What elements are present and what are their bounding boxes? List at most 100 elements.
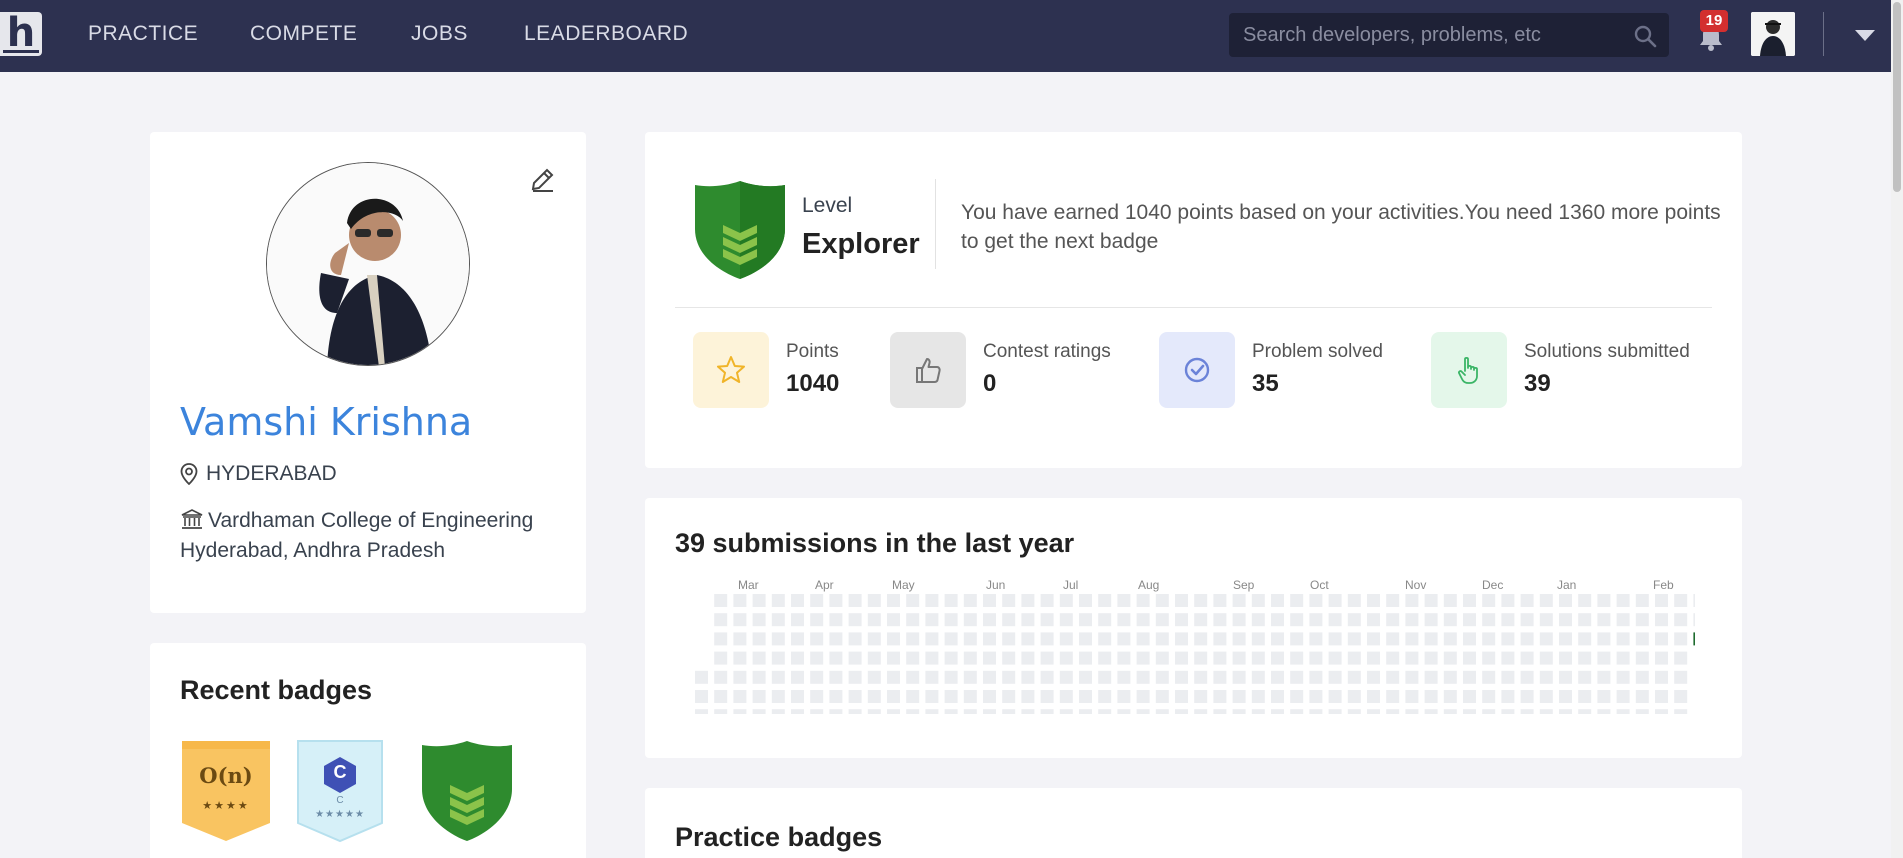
heatmap-cell[interactable] [733, 690, 747, 703]
heatmap-cell[interactable] [1559, 613, 1572, 627]
heatmap-cell[interactable] [1251, 613, 1265, 627]
heatmap-cell[interactable] [906, 613, 920, 627]
heatmap-cell[interactable] [944, 690, 958, 703]
heatmap-cell[interactable] [1443, 670, 1457, 684]
heatmap-cell[interactable] [1328, 670, 1342, 684]
heatmap-cell[interactable] [1616, 632, 1630, 646]
heatmap-cell[interactable] [752, 651, 766, 665]
heatmap-cell[interactable] [1443, 690, 1457, 703]
heatmap-cell[interactable] [1674, 670, 1688, 684]
heatmap-cell[interactable] [1693, 594, 1695, 607]
heatmap-cell[interactable] [1175, 651, 1188, 665]
heatmap-cell[interactable] [1367, 670, 1380, 684]
heatmap-cell[interactable] [1117, 670, 1131, 684]
heatmap-cell[interactable] [1578, 594, 1592, 607]
heatmap-cell[interactable] [1002, 670, 1016, 684]
heatmap-cell[interactable] [944, 670, 958, 684]
heatmap-cell[interactable] [1059, 670, 1073, 684]
heatmap-cell[interactable] [1175, 690, 1188, 703]
heatmap-cell[interactable] [1290, 613, 1304, 627]
heatmap-cell[interactable] [1463, 613, 1476, 627]
heatmap-cell[interactable] [1251, 690, 1265, 703]
heatmap-cell[interactable] [733, 651, 747, 665]
heatmap-cell[interactable] [1271, 594, 1284, 607]
heatmap-cell[interactable] [1309, 613, 1323, 627]
heatmap-cell[interactable] [1367, 613, 1380, 627]
heatmap-cell[interactable] [1251, 709, 1265, 714]
heatmap-cell[interactable] [695, 670, 708, 684]
heatmap-cell[interactable] [1194, 709, 1208, 714]
hackerrank-logo[interactable]: h [0, 12, 42, 56]
heatmap-cell[interactable] [1463, 670, 1476, 684]
heatmap-cell[interactable] [1520, 690, 1534, 703]
heatmap-cell[interactable] [1040, 670, 1054, 684]
heatmap-cell[interactable] [1501, 670, 1515, 684]
heatmap-cell[interactable] [1136, 632, 1150, 646]
heatmap-cell[interactable] [1559, 632, 1572, 646]
heatmap-cell[interactable] [1520, 594, 1534, 607]
heatmap-cell[interactable] [752, 613, 766, 627]
heatmap-cell[interactable] [1482, 613, 1496, 627]
heatmap-cell[interactable] [1405, 613, 1419, 627]
heatmap-cell[interactable] [1367, 632, 1380, 646]
notification-count-badge[interactable]: 19 [1700, 10, 1728, 32]
heatmap-cell[interactable] [791, 613, 804, 627]
heatmap-cell[interactable] [925, 632, 939, 646]
heatmap-cell[interactable] [752, 594, 766, 607]
heatmap-cell[interactable] [1194, 670, 1208, 684]
heatmap-cell[interactable] [1002, 594, 1016, 607]
heatmap-cell[interactable] [1501, 613, 1515, 627]
heatmap-cell[interactable] [1655, 632, 1668, 646]
heatmap-cell[interactable] [1328, 632, 1342, 646]
heatmap-cell[interactable] [1194, 613, 1208, 627]
heatmap-cell[interactable] [1213, 632, 1227, 646]
heatmap-cell[interactable] [925, 690, 939, 703]
heatmap-cell[interactable] [810, 670, 824, 684]
heatmap-cell[interactable] [1021, 632, 1035, 646]
search-icon[interactable] [1633, 24, 1657, 48]
heatmap-cell[interactable] [1213, 594, 1227, 607]
heatmap-cell[interactable] [963, 670, 977, 684]
heatmap-cell[interactable] [1175, 670, 1188, 684]
heatmap-cell[interactable] [1482, 651, 1496, 665]
heatmap-cell[interactable] [1117, 613, 1131, 627]
heatmap-cell[interactable] [1424, 670, 1438, 684]
heatmap-cell[interactable] [1347, 632, 1361, 646]
heatmap-cell[interactable] [1578, 651, 1592, 665]
heatmap-cell[interactable] [695, 690, 708, 703]
heatmap-cell[interactable] [1597, 632, 1611, 646]
heatmap-cell[interactable] [983, 670, 996, 684]
heatmap-cell[interactable] [752, 632, 766, 646]
heatmap-cell[interactable] [1597, 651, 1611, 665]
heatmap-cell[interactable] [1367, 651, 1380, 665]
heatmap-cell[interactable] [1578, 709, 1592, 714]
heatmap-cell[interactable] [1232, 632, 1246, 646]
heatmap-cell[interactable] [1424, 709, 1438, 714]
badge-level-explorer[interactable] [420, 739, 514, 848]
heatmap-cell[interactable] [944, 613, 958, 627]
heatmap-cell[interactable] [1424, 690, 1438, 703]
heatmap-cell[interactable] [714, 709, 728, 714]
heatmap-cell[interactable] [1271, 613, 1284, 627]
heatmap-cell[interactable] [1655, 670, 1668, 684]
heatmap-cell[interactable] [1386, 670, 1400, 684]
heatmap-cell[interactable] [1693, 632, 1695, 646]
heatmap-cell[interactable] [1059, 594, 1073, 607]
heatmap-cell[interactable] [1155, 670, 1169, 684]
heatmap-cell[interactable] [1635, 594, 1649, 607]
heatmap-cell[interactable] [1251, 594, 1265, 607]
heatmap-cell[interactable] [714, 651, 728, 665]
heatmap-cell[interactable] [925, 594, 939, 607]
heatmap-cell[interactable] [1367, 690, 1380, 703]
heatmap-cell[interactable] [752, 709, 766, 714]
heatmap-cell[interactable] [1539, 613, 1553, 627]
heatmap-cell[interactable] [1079, 613, 1092, 627]
heatmap-cell[interactable] [1309, 594, 1323, 607]
heatmap-cell[interactable] [1655, 709, 1668, 714]
heatmap-cell[interactable] [1616, 709, 1630, 714]
heatmap-cell[interactable] [1597, 613, 1611, 627]
heatmap-cell[interactable] [887, 690, 900, 703]
heatmap-cell[interactable] [1386, 709, 1400, 714]
heatmap-cell[interactable] [1136, 670, 1150, 684]
heatmap-cell[interactable] [1117, 632, 1131, 646]
